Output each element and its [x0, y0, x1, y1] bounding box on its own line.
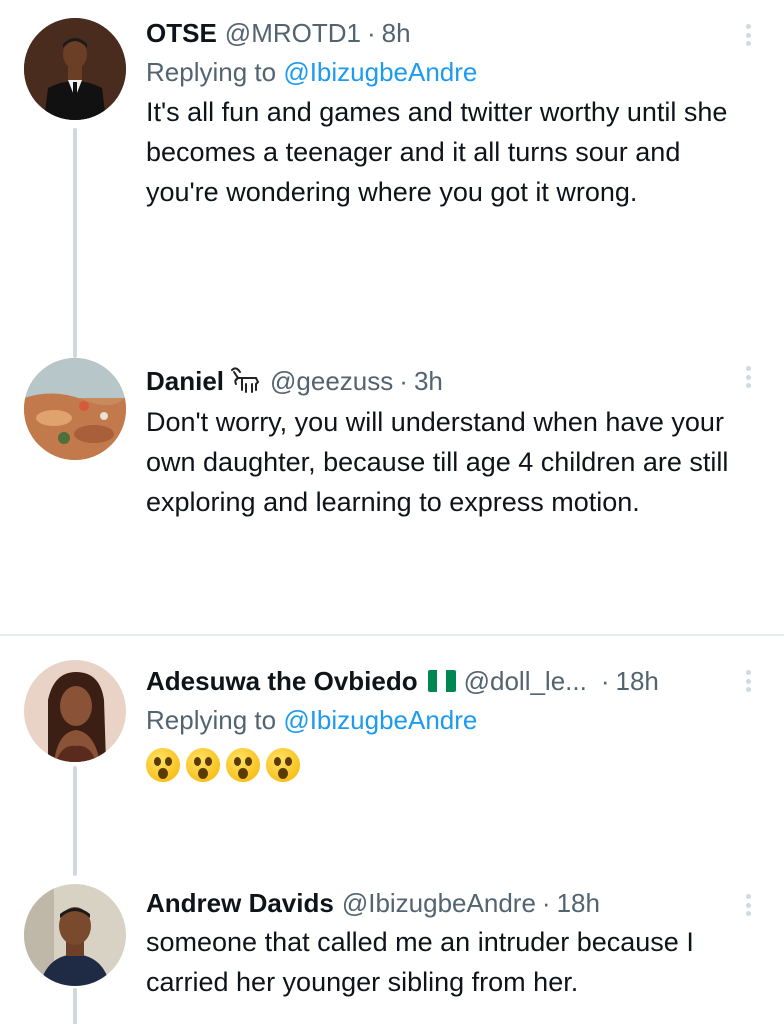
tweet-content: OTSE @MROTD1 · 8h Replying to @IbizugbeA…	[146, 16, 744, 212]
user-handle[interactable]: @doll_le...	[464, 664, 587, 698]
emoji-row	[146, 748, 744, 782]
replying-to: Replying to @IbizugbeAndre	[146, 702, 744, 738]
tweet-andrew-davids[interactable]: Andrew Davids @IbizugbeAndre · 18h someo…	[0, 858, 784, 1024]
timestamp[interactable]: 18h	[616, 664, 659, 698]
display-name[interactable]: Adesuwa the Ovbiedo	[146, 664, 418, 698]
avatar[interactable]	[24, 884, 126, 986]
separator: ·	[366, 18, 376, 48]
tweet-text: It's all fun and games and twitter worth…	[146, 97, 728, 207]
display-name[interactable]: OTSE	[146, 16, 217, 50]
more-vertical-icon[interactable]	[742, 890, 754, 920]
astonished-face-icon	[226, 748, 260, 782]
tweet-otse[interactable]: OTSE @MROTD1 · 8h Replying to @IbizugbeA…	[0, 0, 784, 358]
timestamp[interactable]: 3h	[414, 364, 443, 398]
user-handle[interactable]: @MROTD1	[225, 16, 361, 50]
more-vertical-icon[interactable]	[742, 666, 754, 696]
astonished-face-icon	[266, 748, 300, 782]
astonished-face-icon	[146, 748, 180, 782]
tweet-text: Don't worry, you will understand when ha…	[146, 407, 729, 517]
tweet-header: OTSE @MROTD1 · 8h	[146, 16, 744, 50]
thread-line	[73, 988, 77, 1024]
tweet-content: Daniel @geezuss · 3h Don't worry, you wi…	[146, 364, 744, 522]
user-handle[interactable]: @IbizugbeAndre	[342, 886, 536, 920]
separator: ·	[541, 888, 551, 918]
nigeria-flag-icon	[427, 670, 456, 692]
display-name[interactable]: Daniel	[146, 364, 224, 398]
replying-to-link[interactable]: @IbizugbeAndre	[283, 57, 477, 87]
tweet-header: Daniel @geezuss · 3h	[146, 364, 744, 398]
more-vertical-icon[interactable]	[742, 362, 754, 392]
goat-icon	[231, 367, 260, 393]
separator: ·	[399, 366, 408, 396]
tweet-content: Andrew Davids @IbizugbeAndre · 18h someo…	[146, 886, 744, 1002]
tweet-adesuwa[interactable]: Adesuwa the Ovbiedo @doll_le... · 18h Re…	[0, 636, 784, 876]
tweet-content: Adesuwa the Ovbiedo @doll_le... · 18h Re…	[146, 664, 744, 782]
astonished-face-icon	[186, 748, 220, 782]
user-handle[interactable]: @geezuss	[270, 364, 393, 398]
timestamp[interactable]: 8h	[382, 16, 411, 50]
timestamp[interactable]: 18h	[557, 886, 600, 920]
avatar[interactable]	[24, 660, 126, 762]
tweet-header: Adesuwa the Ovbiedo @doll_le... · 18h	[146, 664, 744, 698]
more-vertical-icon[interactable]	[742, 20, 754, 50]
avatar[interactable]	[24, 358, 126, 460]
replying-to-prefix: Replying to	[146, 705, 284, 735]
separator: ·	[600, 666, 610, 696]
thread-line	[73, 128, 77, 358]
replying-to-prefix: Replying to	[146, 57, 284, 87]
replying-to-link[interactable]: @IbizugbeAndre	[283, 705, 477, 735]
tweet-daniel[interactable]: Daniel @geezuss · 3h Don't worry, you wi…	[0, 340, 784, 634]
tweet-header: Andrew Davids @IbizugbeAndre · 18h	[146, 886, 744, 920]
replying-to: Replying to @IbizugbeAndre	[146, 54, 744, 90]
avatar[interactable]	[24, 18, 126, 120]
display-name[interactable]: Andrew Davids	[146, 886, 334, 920]
tweet-text: someone that called me an intruder becau…	[146, 927, 694, 997]
